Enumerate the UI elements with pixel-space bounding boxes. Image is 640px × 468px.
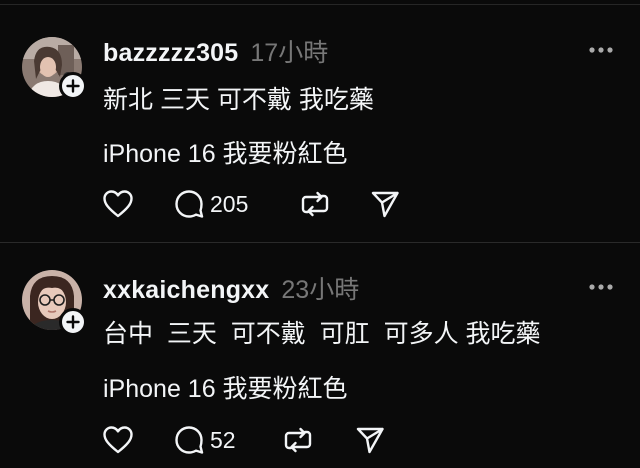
thread-post: xxkaichengxx 23小時 台中 三天 可不戴 可肛 可多人 我吃藥 i…	[0, 242, 640, 468]
send-icon	[356, 427, 384, 454]
like-button[interactable]	[102, 186, 134, 222]
comment-bubble-icon	[175, 426, 204, 454]
repost-icon	[301, 191, 329, 217]
post-header: xxkaichengxx 23小時	[103, 270, 359, 306]
timestamp[interactable]: 23小時	[281, 270, 359, 306]
timestamp[interactable]: 17小時	[250, 33, 328, 69]
share-button[interactable]	[355, 422, 385, 458]
post-text-line: iPhone 16 我要粉紅色	[103, 140, 348, 168]
post-text-line: 台中 三天 可不戴 可肛 可多人 我吃藥	[103, 320, 541, 348]
username[interactable]: xxkaichengxx	[103, 276, 269, 305]
more-dots-icon[interactable]	[588, 45, 614, 55]
like-button[interactable]	[102, 422, 134, 458]
share-button[interactable]	[370, 186, 400, 222]
heart-icon	[103, 426, 133, 454]
plus-icon	[66, 315, 80, 329]
reply-count: 52	[210, 426, 236, 453]
username[interactable]: bazzzzz305	[103, 39, 238, 68]
repost-icon	[284, 427, 312, 453]
more-dots-icon[interactable]	[588, 282, 614, 292]
repost-button[interactable]	[283, 422, 313, 458]
send-icon	[371, 191, 399, 218]
reply-button[interactable]: 205	[174, 186, 248, 222]
post-header: bazzzzz305 17小時	[103, 33, 328, 69]
heart-icon	[103, 190, 133, 218]
post-text-line: 新北 三天 可不戴 我吃藥	[103, 86, 374, 114]
reply-button[interactable]: 52	[174, 422, 236, 458]
thread-post: bazzzzz305 17小時 新北 三天 可不戴 我吃藥 iPhone 16 …	[0, 0, 640, 242]
follow-button[interactable]	[59, 72, 87, 100]
post-text-line: iPhone 16 我要粉紅色	[103, 375, 348, 403]
reply-count: 205	[210, 190, 249, 217]
plus-icon	[66, 79, 80, 93]
follow-button[interactable]	[59, 308, 87, 336]
comment-bubble-icon	[175, 190, 204, 218]
repost-button[interactable]	[300, 186, 330, 222]
